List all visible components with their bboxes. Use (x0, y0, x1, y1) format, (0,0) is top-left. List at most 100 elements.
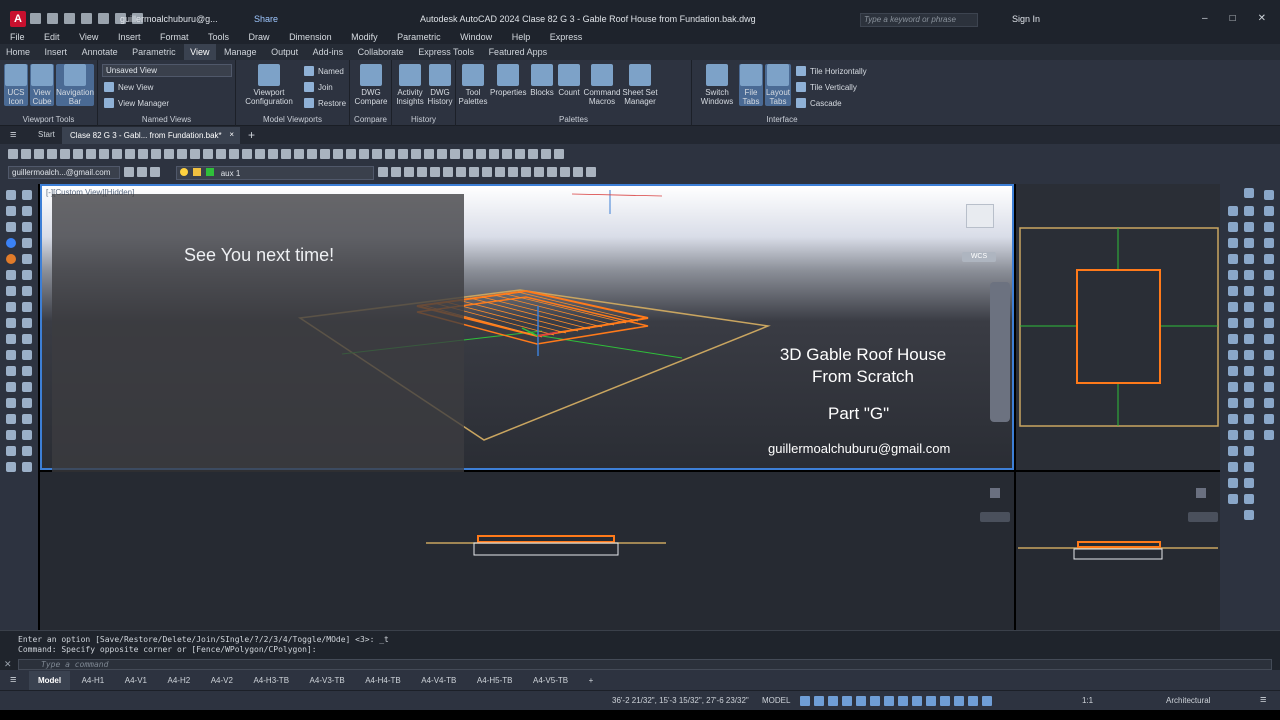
cone-icon[interactable] (1244, 206, 1254, 216)
move-3d-icon[interactable] (1228, 318, 1238, 328)
tab-home[interactable]: Home (0, 44, 36, 60)
tab-layout-a4-h4-tb[interactable]: A4-H4-TB (356, 671, 410, 691)
torus-icon[interactable] (6, 254, 16, 264)
region-icon[interactable] (6, 414, 16, 424)
layer-properties-icon[interactable] (150, 167, 160, 177)
viewcube-mini-icon[interactable] (1196, 488, 1206, 498)
viewport-configuration-button[interactable]: Viewport Configuration (240, 64, 298, 106)
join-viewports-button[interactable]: Join (304, 82, 333, 92)
wcs-mini[interactable] (980, 512, 1010, 522)
sweep-icon[interactable] (1244, 254, 1254, 264)
open-icon[interactable] (21, 149, 31, 159)
render-solid-icon[interactable] (1244, 478, 1254, 488)
paste-icon[interactable] (112, 149, 122, 159)
crease-icon[interactable] (1244, 446, 1254, 456)
object-snap-icon[interactable] (884, 696, 894, 706)
menu-tools[interactable]: Tools (208, 30, 229, 44)
zoom-previous-icon[interactable] (216, 149, 226, 159)
ucs-icon[interactable] (320, 149, 330, 159)
minimize-button[interactable]: – (1202, 13, 1208, 24)
wcs-menu[interactable]: WCS (962, 252, 996, 262)
trim-icon[interactable] (6, 334, 16, 344)
tab-layout-a4-v4-tb[interactable]: A4-V4-TB (412, 671, 465, 691)
ucs-world-icon[interactable] (333, 149, 343, 159)
separate-icon[interactable] (1264, 366, 1274, 376)
layer-previous-icon[interactable] (391, 167, 401, 177)
menu-modify[interactable]: Modify (351, 30, 378, 44)
cascade-button[interactable]: Cascade (796, 98, 842, 108)
check-icon[interactable] (1228, 382, 1238, 392)
intersect-icon[interactable] (1228, 286, 1238, 296)
named-viewports-button[interactable]: Named (304, 66, 344, 76)
tab-model[interactable]: Model (28, 671, 71, 691)
camera-icon[interactable] (528, 149, 538, 159)
zoom-realtime-icon[interactable] (190, 149, 200, 159)
model-space-toggle[interactable]: MODEL (762, 696, 790, 705)
ucs-z-icon[interactable] (463, 149, 473, 159)
ucs-icon-button[interactable]: UCS Icon (4, 64, 28, 106)
menu-help[interactable]: Help (512, 30, 531, 44)
smooth-icon[interactable] (1264, 430, 1274, 440)
save-as-icon[interactable] (81, 13, 92, 24)
save-icon[interactable] (64, 13, 75, 24)
plot-icon[interactable] (47, 149, 57, 159)
ucs-x-icon[interactable] (437, 149, 447, 159)
search-input[interactable]: Type a keyword or phrase (860, 13, 978, 27)
table-icon[interactable] (22, 414, 32, 424)
sheet-set-icon[interactable] (268, 149, 278, 159)
side-elevation-viewport[interactable] (1016, 472, 1220, 630)
navigation-bar[interactable] (990, 282, 1010, 422)
union-icon[interactable] (1244, 270, 1254, 280)
cylinder-icon[interactable] (1228, 222, 1238, 232)
line-icon[interactable] (6, 190, 16, 200)
autocad-logo-icon[interactable]: A (10, 11, 26, 27)
layer-iso-icon[interactable] (404, 167, 414, 177)
imprint-icon[interactable] (1244, 302, 1254, 312)
publish-icon[interactable] (73, 149, 83, 159)
helix-icon[interactable] (1228, 238, 1238, 248)
tool-palettes-button[interactable]: Tool Palettes (458, 64, 488, 106)
free-orbit-icon[interactable] (573, 167, 583, 177)
named-view-dropdown[interactable]: Unsaved View (102, 64, 232, 77)
stretch-icon[interactable] (22, 318, 32, 328)
grid-icon[interactable] (800, 696, 810, 706)
workspace-dropdown[interactable]: guillermoalch...@gmail.com (8, 166, 120, 179)
taper-faces-icon[interactable] (1264, 382, 1274, 392)
view-top-icon[interactable] (430, 167, 440, 177)
menu-format[interactable]: Format (160, 30, 189, 44)
continuous-orbit-icon[interactable] (586, 167, 596, 177)
new-icon[interactable] (8, 149, 18, 159)
wedge-icon[interactable] (1228, 206, 1238, 216)
units-dropdown[interactable]: Architectural (1166, 696, 1210, 705)
help-icon[interactable] (307, 149, 317, 159)
tab-manage[interactable]: Manage (218, 44, 263, 60)
add-selected-icon[interactable] (22, 446, 32, 456)
front-elevation-viewport[interactable] (40, 472, 1014, 630)
menu-file[interactable]: File (10, 30, 25, 44)
lights-icon[interactable] (1228, 478, 1238, 488)
file-tabs-button[interactable]: File Tabs (739, 64, 763, 106)
fillet-edge-icon[interactable] (1264, 350, 1274, 360)
revcloud-icon[interactable] (6, 462, 16, 472)
chamfer-edge-icon[interactable] (1228, 366, 1238, 376)
menu-dimension[interactable]: Dimension (289, 30, 332, 44)
chamfer-icon[interactable] (6, 366, 16, 376)
ucs-view-icon[interactable] (385, 149, 395, 159)
section-plane-icon[interactable] (1264, 302, 1274, 312)
refine-icon[interactable] (1228, 446, 1238, 456)
scale-icon[interactable] (6, 318, 16, 328)
transparency-icon[interactable] (912, 696, 922, 706)
menu-edit[interactable]: Edit (44, 30, 60, 44)
view-left-icon[interactable] (456, 167, 466, 177)
design-center-icon[interactable] (242, 149, 252, 159)
view-bottom-icon[interactable] (443, 167, 453, 177)
cut-icon[interactable] (86, 149, 96, 159)
tile-vertically-button[interactable]: Tile Vertically (796, 82, 857, 92)
annotation-visibility-icon[interactable] (968, 696, 978, 706)
wcs-mini[interactable] (1188, 512, 1218, 522)
orbit-icon[interactable] (554, 149, 564, 159)
tab-layout-a4-h1[interactable]: A4-H1 (73, 671, 114, 691)
join-icon[interactable] (22, 350, 32, 360)
menu-view[interactable]: View (79, 30, 98, 44)
tile-horizontally-button[interactable]: Tile Horizontally (796, 66, 867, 76)
